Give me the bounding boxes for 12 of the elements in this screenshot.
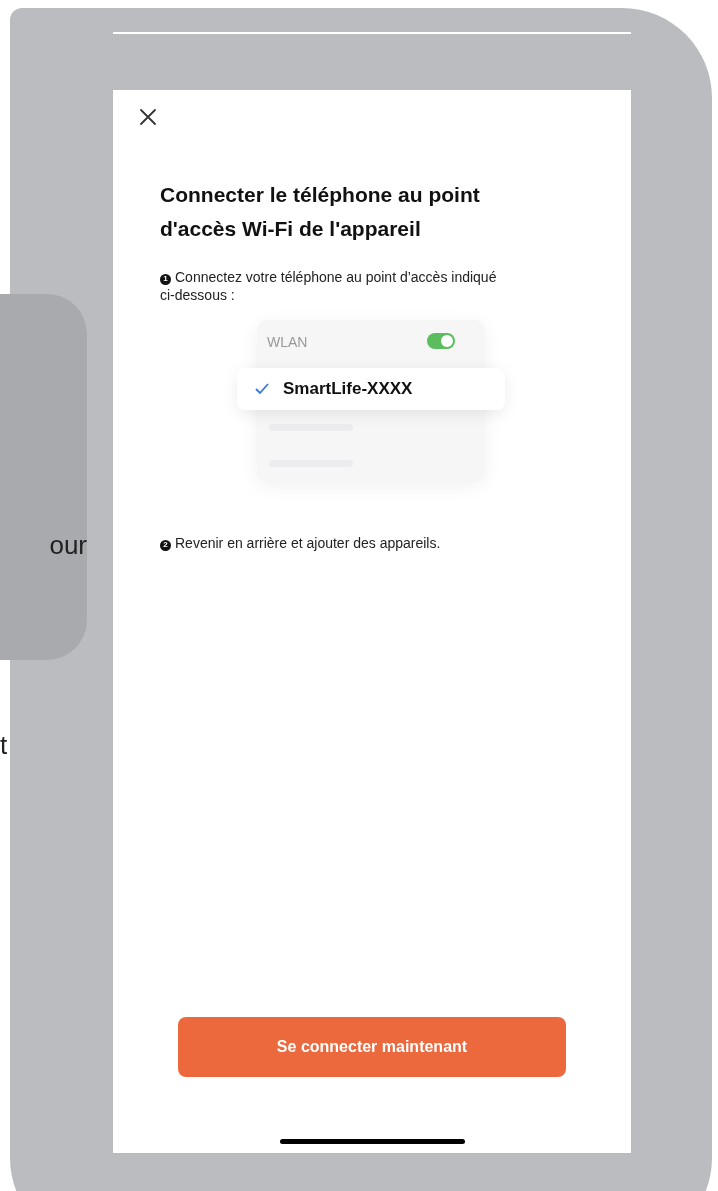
wifi-label: WLAN <box>267 333 308 352</box>
close-icon[interactable] <box>139 108 157 126</box>
step-number-badge: 1 <box>160 273 171 285</box>
step-text: 1 Connectez votre téléphone au point d’accès indiqué ci-dessous : <box>160 269 497 303</box>
step-text: 2 Revenir en arrière et ajouter des appareils. <box>160 535 441 551</box>
network-row[interactable]: SmartLife-XXXX <box>237 368 505 410</box>
toggle-switch[interactable] <box>427 333 455 349</box>
step-number-badge: 2 <box>160 539 171 551</box>
partial-text: t <box>0 732 8 758</box>
card-text: our <box>49 529 87 562</box>
network-name: SmartLife-XXXX <box>283 378 413 401</box>
page-title: Connecter le téléphone au point d'accès Wi-Fi de l'appareil <box>160 182 481 242</box>
